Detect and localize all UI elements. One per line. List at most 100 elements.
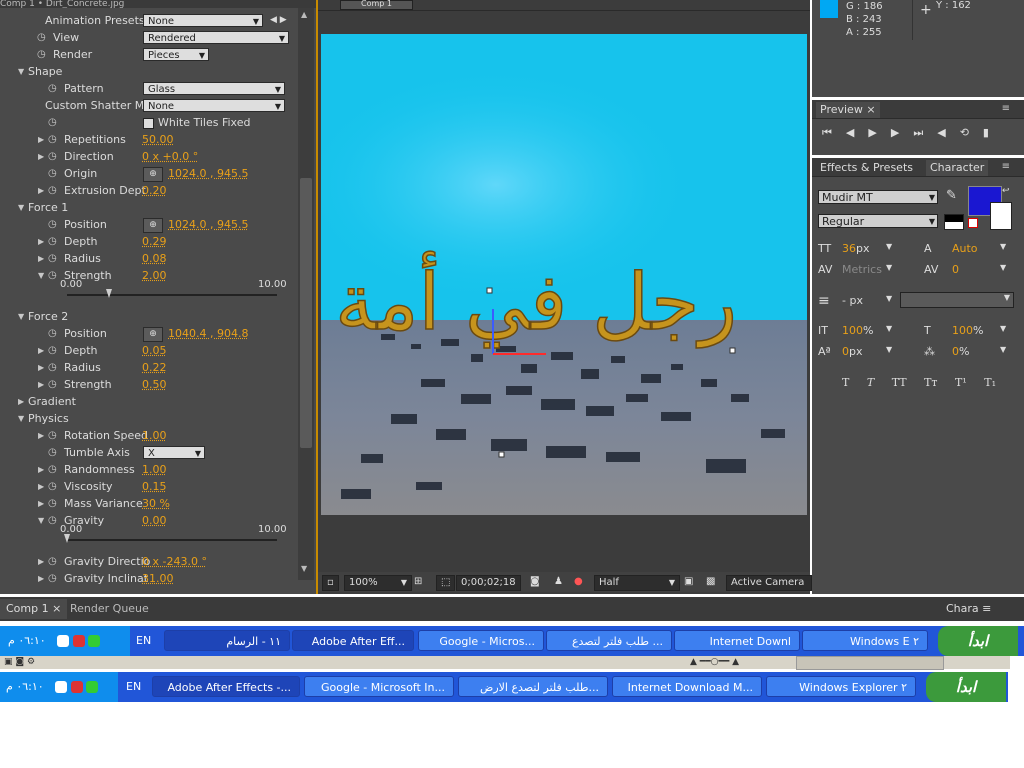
magnifier-toggle[interactable]: ▫ <box>322 575 339 591</box>
last-frame-icon[interactable]: ⏭ <box>913 126 937 139</box>
property-row[interactable]: ▶ ◷ Radius 0.22 <box>0 359 298 376</box>
tab-comp-1-timeline[interactable]: Comp 1 × <box>0 599 68 619</box>
stroke-color-swatch[interactable] <box>990 202 1012 230</box>
property-dropdown[interactable]: X ▼ <box>143 446 205 459</box>
twirl-open-icon[interactable]: ▼ <box>18 199 24 216</box>
property-dropdown[interactable]: None ▼ <box>143 14 263 27</box>
channel-icon[interactable]: ● <box>574 575 583 589</box>
property-row[interactable]: ◷ Position ⊕ 1024.0 , 945.5 <box>0 216 298 233</box>
transparency-grid-icon[interactable]: ▩ <box>706 575 715 589</box>
tray-network-icon[interactable] <box>70 681 83 693</box>
task-crack-filter-2[interactable]: طلب فلتر لتصدع الارض... <box>458 676 608 697</box>
tracking-arrow[interactable]: ▼ <box>1000 263 1006 272</box>
task-paint[interactable]: ١١ - الرسام <box>164 630 290 651</box>
property-row[interactable]: ◷ Pattern Glass ▼ <box>0 80 298 97</box>
stroke-style-dropdown[interactable]: ▼ <box>900 292 1014 308</box>
property-dropdown[interactable]: Glass ▼ <box>143 82 285 95</box>
font-family-dropdown[interactable]: Mudir MT ▼ <box>818 190 938 204</box>
start-button[interactable]: ابدأ <box>938 626 1018 656</box>
task-internet-download[interactable]: Internet Downl <box>674 630 800 651</box>
property-row[interactable]: ▶ ◷ Strength 0.50 <box>0 376 298 393</box>
language-indicator-2[interactable]: EN <box>126 672 141 702</box>
tray-shield-icon[interactable] <box>86 681 99 693</box>
stroke-width-value[interactable]: - px <box>842 294 863 307</box>
twirl-closed-icon[interactable]: ▶ <box>38 148 44 165</box>
property-value[interactable]: 0.05 <box>142 342 167 359</box>
property-row[interactable]: ◷ White Tiles Fixed <box>0 114 298 131</box>
zoom-slider-strip[interactable]: ▲ ━━○━━ ▲ <box>690 657 739 667</box>
property-row[interactable]: ◷ Render Pieces ▼ <box>0 46 298 63</box>
no-color-swatch[interactable] <box>968 218 978 228</box>
task-windows-explorer[interactable]: Windows E ٢ <box>802 630 928 651</box>
arabic-title-layer[interactable]: رجل في أمة <box>334 249 738 350</box>
property-row[interactable]: ▶ ◷ Repetitions 50.00 <box>0 131 298 148</box>
stopwatch-icon[interactable]: ◷ <box>48 342 57 359</box>
task-word-google-2[interactable]: Google - Microsoft In... <box>304 676 454 697</box>
slider-track[interactable] <box>67 294 277 296</box>
property-row[interactable]: ▶ ◷ Depth 0.29 <box>0 233 298 250</box>
twirl-closed-icon[interactable]: ▶ <box>38 495 44 512</box>
play-icon[interactable]: ▶ <box>868 126 890 139</box>
stopwatch-icon[interactable]: ◷ <box>48 250 57 267</box>
property-value[interactable]: 31.00 <box>142 570 174 587</box>
property-group[interactable]: ▼ Force 2 <box>0 308 298 325</box>
twirl-open-icon[interactable]: ▼ <box>38 512 44 529</box>
slider-track[interactable] <box>67 539 277 541</box>
tab-effects-presets[interactable]: Effects & Presets <box>816 160 917 176</box>
property-dropdown[interactable]: Rendered ▼ <box>143 31 289 44</box>
property-row[interactable]: Custom Shatter Ma None ▼ <box>0 97 298 114</box>
point-target-icon[interactable]: ⊕ <box>143 327 163 342</box>
property-group[interactable]: ▼ Physics <box>0 410 298 427</box>
stopwatch-icon[interactable]: ◷ <box>48 182 57 199</box>
property-slider[interactable]: 0.00 10.00 <box>0 279 298 308</box>
stopwatch-icon[interactable]: ◷ <box>48 359 57 376</box>
show-snapshot-icon[interactable]: ♟ <box>554 575 563 589</box>
preset-nav-arrows-icon[interactable]: ◀ ▶ <box>270 12 287 29</box>
resolution-dropdown[interactable]: Half ▼ <box>594 575 680 591</box>
region-of-interest-icon[interactable]: ▣ <box>684 575 693 589</box>
prev-frame-icon[interactable]: ◀ <box>846 126 868 139</box>
twirl-closed-icon[interactable]: ▶ <box>38 359 44 376</box>
stopwatch-icon[interactable]: ◷ <box>48 376 57 393</box>
font-size-value[interactable]: 36px <box>842 242 870 255</box>
point-value[interactable]: 1024.0 , 945.5 <box>168 216 248 233</box>
tray-network-icon[interactable] <box>72 635 85 647</box>
stopwatch-icon[interactable]: ◷ <box>37 46 46 63</box>
clock[interactable]: ٠٦:١٠ م <box>8 634 46 647</box>
property-dropdown[interactable]: Pieces ▼ <box>143 48 209 61</box>
property-row[interactable]: ◷ Tumble Axis X ▼ <box>0 444 298 461</box>
twirl-closed-icon[interactable]: ▶ <box>18 393 24 410</box>
composition-frame[interactable]: رجل في أمة <box>321 34 807 515</box>
tab-comp-1[interactable]: Comp 1 <box>340 0 413 10</box>
subscript-button[interactable]: T₁ <box>984 376 996 389</box>
tab-render-queue[interactable]: Render Queue <box>70 599 149 619</box>
property-row[interactable]: ▼ ◷ Strength 2.00 <box>0 267 298 284</box>
all-caps-button[interactable]: TT <box>892 376 907 389</box>
property-row[interactable]: Animation Presets: None ▼ ◀ ▶ <box>0 12 298 29</box>
twirl-closed-icon[interactable]: ▶ <box>38 478 44 495</box>
tracking-value[interactable]: 0 <box>952 263 959 276</box>
scroll-up-icon[interactable]: ▲ <box>301 10 307 19</box>
superscript-button[interactable]: T¹ <box>955 376 967 389</box>
faux-italic-button[interactable]: T <box>867 376 874 389</box>
property-value[interactable]: 0.29 <box>142 233 167 250</box>
leading-arrow[interactable]: ▼ <box>1000 242 1006 251</box>
property-row[interactable]: ▶ ◷ Radius 0.08 <box>0 250 298 267</box>
property-value[interactable]: 0.00 <box>142 512 167 529</box>
twirl-closed-icon[interactable]: ▶ <box>38 342 44 359</box>
property-group[interactable]: ▼ Shape <box>0 63 298 80</box>
property-row[interactable]: ▶ ◷ Viscosity 0.15 <box>0 478 298 495</box>
property-value[interactable]: 1.00 <box>142 427 167 444</box>
language-indicator[interactable]: EN <box>136 626 151 656</box>
property-value[interactable]: 0.08 <box>142 250 167 267</box>
leading-value[interactable]: Auto <box>952 242 978 255</box>
stopwatch-icon[interactable]: ◷ <box>48 512 57 529</box>
twirl-closed-icon[interactable]: ▶ <box>38 570 44 587</box>
stopwatch-icon[interactable]: ◷ <box>48 267 57 284</box>
task-windows-explorer-2[interactable]: Windows Explorer ٢ <box>766 676 916 697</box>
point-value[interactable]: 1024.0 , 945.5 <box>168 165 248 182</box>
task-after-effects-2[interactable]: Adobe After Effects -... <box>152 676 300 697</box>
point-target-icon[interactable]: ⊕ <box>143 218 163 233</box>
stopwatch-icon[interactable]: ◷ <box>48 495 57 512</box>
property-row[interactable]: ▶ ◷ Gravity Directio 0 x -243.0 ° <box>0 553 298 570</box>
